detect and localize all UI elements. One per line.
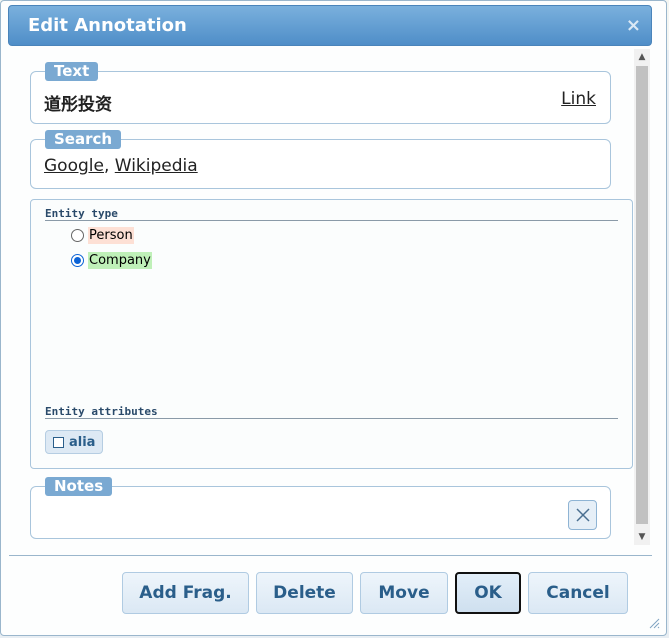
attribute-alia-label: alia	[69, 434, 96, 450]
notes-legend: Notes	[45, 477, 113, 496]
dialog-titlebar[interactable]: Edit Annotation ×	[8, 5, 652, 46]
search-fieldset: Search Google, Wikipedia	[30, 130, 611, 189]
search-separator: ,	[103, 156, 110, 176]
person-label[interactable]: Person	[88, 227, 134, 244]
vertical-scrollbar[interactable]: ▲ ▼	[634, 49, 650, 545]
entity-type-option-person[interactable]: Person	[71, 227, 134, 244]
close-icon	[575, 508, 590, 522]
scroll-down-arrow-icon[interactable]: ▼	[634, 529, 650, 545]
resize-handle-icon[interactable]	[648, 617, 660, 629]
close-icon[interactable]: ×	[626, 15, 641, 36]
notes-input[interactable]	[43, 499, 563, 527]
edit-annotation-dialog: Edit Annotation × Text 道彤投资 Link Search …	[0, 0, 667, 636]
footer-divider	[9, 555, 652, 556]
ok-button[interactable]: OK	[455, 572, 521, 614]
entity-type-option-company[interactable]: Company	[71, 252, 152, 269]
search-legend: Search	[45, 130, 122, 149]
cancel-button[interactable]: Cancel	[528, 572, 628, 614]
wikipedia-search-link[interactable]: Wikipedia	[115, 156, 198, 176]
entity-type-header: Entity type	[45, 207, 618, 221]
dialog-title: Edit Annotation	[28, 15, 187, 36]
link-button[interactable]: Link	[561, 89, 596, 109]
text-fieldset: Text 道彤投资 Link	[30, 62, 611, 124]
entity-attributes-header: Entity attributes	[45, 405, 618, 419]
company-radio[interactable]	[71, 254, 84, 267]
attribute-alia-toggle[interactable]: alia	[45, 430, 104, 454]
scroll-up-arrow-icon[interactable]: ▲	[634, 49, 650, 65]
entity-panel: Entity type Person Company Entity attrib…	[30, 199, 633, 469]
annotation-text: 道彤投资	[44, 95, 112, 115]
notes-fieldset: Notes	[30, 477, 611, 539]
person-radio[interactable]	[71, 229, 84, 242]
scroll-thumb[interactable]	[636, 66, 648, 524]
search-links: Google, Wikipedia	[44, 156, 198, 176]
add-frag-button[interactable]: Add Frag.	[122, 572, 249, 614]
company-label[interactable]: Company	[88, 252, 152, 269]
checkbox-icon	[53, 436, 64, 448]
google-search-link[interactable]: Google	[44, 156, 104, 176]
move-button[interactable]: Move	[360, 572, 448, 614]
delete-button[interactable]: Delete	[256, 572, 353, 614]
dialog-content: Text 道彤投资 Link Search Google, Wikipedia …	[13, 47, 633, 547]
notes-clear-button[interactable]	[568, 500, 597, 530]
text-legend: Text	[45, 62, 99, 81]
